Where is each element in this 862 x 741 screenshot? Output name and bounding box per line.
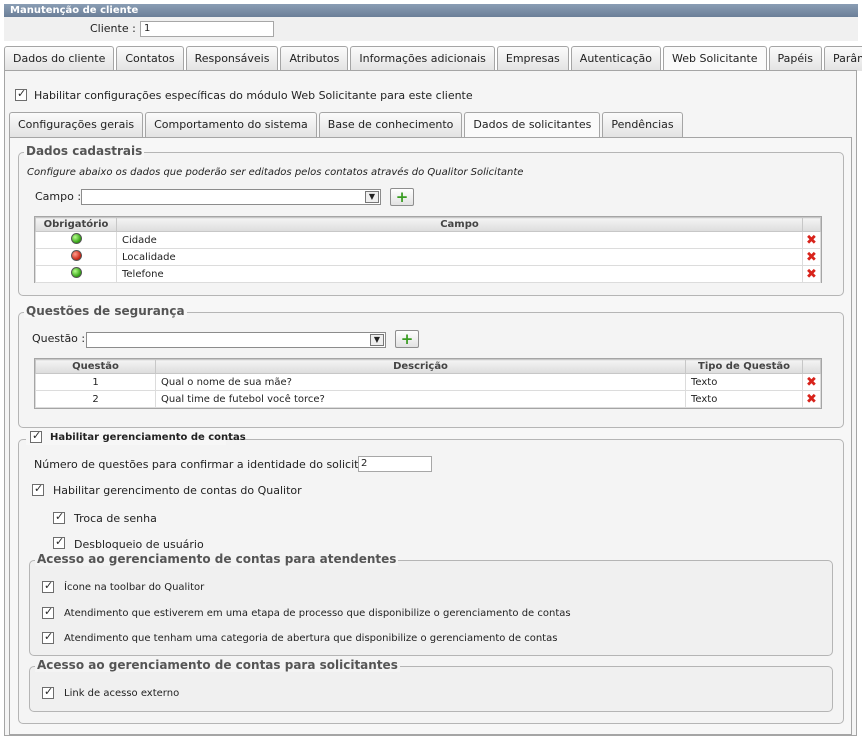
enable-qualitor-checkbox[interactable]	[32, 482, 44, 496]
status-green-icon[interactable]	[70, 233, 82, 244]
delete-icon[interactable]: ✖	[803, 376, 820, 389]
atendentes-title: Acesso ao gerenciamento de contas para a…	[35, 552, 399, 566]
tab-responsaveis[interactable]: Responsáveis	[185, 46, 279, 71]
link-externo-checkbox[interactable]	[42, 685, 54, 699]
tipo-cell: Texto	[685, 373, 803, 391]
subtab-pendencias[interactable]: Pendências	[602, 112, 683, 137]
troca-senha-label: Troca de senha	[74, 512, 157, 525]
col-actions	[802, 359, 821, 374]
chevron-down-icon: ▼	[370, 334, 384, 346]
client-input[interactable]: 1	[140, 21, 274, 37]
col-questao: Questão	[35, 359, 156, 374]
col-descricao: Descrição	[155, 359, 686, 374]
desbloqueio-label: Desbloqueio de usuário	[74, 538, 204, 551]
etapa-processo-label: Atendimento que estiverem em uma etapa d…	[64, 608, 571, 619]
subtab-dados-solicitantes[interactable]: Dados de solicitantes	[464, 112, 601, 138]
desbloqueio-checkbox[interactable]	[53, 535, 65, 549]
tab-parametros[interactable]: Parâmetros	[823, 46, 862, 71]
num-questions-label: Número de questões para confirmar a iden…	[34, 458, 391, 471]
enable-qualitor-label: Habilitar gerencimento de contas do Qual…	[53, 484, 302, 497]
add-questao-button[interactable]: +	[395, 330, 419, 348]
link-externo-label: Link de acesso externo	[64, 688, 180, 699]
client-bar: Cliente : 1	[4, 17, 858, 41]
subtab-base-conhecimento[interactable]: Base de conhecimento	[318, 112, 463, 137]
sub-tabs: Configurações gerais Comportamento do si…	[9, 112, 685, 138]
dados-cadastrais-description: Configure abaixo os dados que poderão se…	[27, 167, 524, 178]
table-row[interactable]: Localidade ✖	[35, 248, 821, 266]
client-label: Cliente :	[90, 22, 136, 35]
table-row[interactable]: Telefone ✖	[35, 265, 821, 283]
enable-gerenciamento-checkbox[interactable]	[30, 429, 42, 443]
tab-dados-do-cliente[interactable]: Dados do cliente	[4, 46, 115, 71]
main-tabs: Dados do cliente Contatos Responsáveis A…	[4, 46, 862, 72]
questoes-table: Questão Descrição Tipo de Questão 1 Qual…	[34, 358, 822, 409]
window-title: Manutenção de cliente	[4, 4, 858, 17]
questao-select[interactable]: ▼	[86, 332, 386, 348]
descricao-cell: Qual time de futebol você torce?	[155, 390, 686, 408]
categoria-abertura-label: Atendimento que tenham uma categoria de …	[64, 633, 558, 644]
col-campo: Campo	[116, 217, 803, 232]
campo-cell: Telefone	[116, 265, 803, 283]
subtab-comportamento[interactable]: Comportamento do sistema	[145, 112, 317, 137]
campo-select[interactable]: ▼	[81, 189, 381, 205]
campo-cell: Localidade	[116, 248, 803, 266]
questao-num-cell: 1	[35, 373, 156, 391]
delete-icon[interactable]: ✖	[803, 268, 820, 281]
num-questions-input[interactable]: 2	[358, 456, 432, 472]
tipo-cell: Texto	[685, 390, 803, 408]
table-row[interactable]: Cidade ✖	[35, 231, 821, 249]
delete-icon[interactable]: ✖	[803, 393, 820, 406]
subtab-configuracoes-gerais[interactable]: Configurações gerais	[9, 112, 144, 137]
dados-cadastrais-title: Dados cadastrais	[24, 144, 145, 158]
status-green-icon[interactable]	[70, 267, 82, 278]
status-red-icon[interactable]	[70, 250, 82, 261]
enable-specific-label: Habilitar configurações específicas do m…	[34, 89, 473, 102]
solicitantes-title: Acesso ao gerenciamento de contas para s…	[35, 658, 400, 672]
table-row[interactable]: 1 Qual o nome de sua mãe? Texto ✖	[35, 373, 821, 391]
campos-table: Obrigatório Campo Cidade ✖ Localidade ✖ …	[34, 216, 822, 283]
tab-empresas[interactable]: Empresas	[496, 46, 569, 71]
tab-informacoes-adicionais[interactable]: Informações adicionais	[350, 46, 495, 71]
delete-icon[interactable]: ✖	[803, 234, 820, 247]
add-campo-button[interactable]: +	[390, 188, 414, 206]
table-row[interactable]: 2 Qual time de futebol você torce? Texto…	[35, 390, 821, 408]
questoes-title: Questões de segurança	[24, 304, 187, 318]
tab-contatos[interactable]: Contatos	[116, 46, 184, 71]
etapa-processo-checkbox[interactable]	[42, 605, 54, 619]
campo-label: Campo :	[35, 190, 82, 203]
tab-papeis[interactable]: Papéis	[768, 46, 822, 71]
col-actions	[802, 217, 821, 232]
tab-web-solicitante[interactable]: Web Solicitante	[663, 46, 767, 72]
plus-icon: +	[395, 188, 409, 206]
descricao-cell: Qual o nome de sua mãe?	[155, 373, 686, 391]
delete-icon[interactable]: ✖	[803, 251, 820, 264]
tab-atributos[interactable]: Atributos	[280, 46, 349, 71]
col-tipo: Tipo de Questão	[685, 359, 803, 374]
chevron-down-icon: ▼	[365, 191, 379, 203]
plus-icon: +	[400, 330, 414, 348]
categoria-abertura-checkbox[interactable]	[42, 630, 54, 644]
questao-num-cell: 2	[35, 390, 156, 408]
icone-toolbar-checkbox[interactable]	[42, 579, 54, 593]
troca-senha-checkbox[interactable]	[53, 510, 65, 524]
icone-toolbar-label: Ícone na toolbar do Qualitor	[64, 582, 205, 593]
enable-specific-checkbox[interactable]	[15, 87, 27, 101]
enable-gerenciamento-label: Habilitar gerenciamento de contas	[50, 432, 246, 443]
campo-cell: Cidade	[116, 231, 803, 249]
col-obrigatorio: Obrigatório	[35, 217, 117, 232]
questao-label: Questão :	[32, 332, 86, 345]
tab-autenticacao[interactable]: Autenticação	[570, 46, 662, 71]
